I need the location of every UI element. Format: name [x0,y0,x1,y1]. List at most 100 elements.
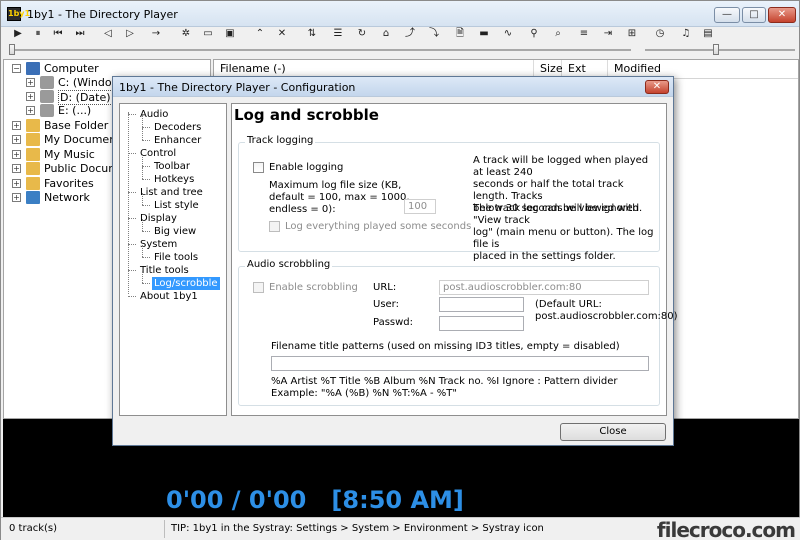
mark-icon[interactable]: ⇥ [601,27,615,41]
expand-icon[interactable]: + [12,164,21,173]
window-title: 1by1 - The Directory Player [27,8,178,21]
track-logging-title: Track logging [245,135,316,146]
expand-icon[interactable]: + [12,135,21,144]
status-tip: TIP: 1by1 in the Systray: Settings > Sys… [171,523,544,534]
nav-display[interactable]: Display [138,212,179,225]
window-split-icon[interactable]: ▣ [223,27,237,41]
waveform-icon[interactable]: ∿ [501,27,515,41]
chevron-up-icon[interactable]: ⌃ [253,27,267,41]
gear-icon[interactable]: ✲ [179,27,193,41]
expand-icon[interactable]: + [26,106,35,115]
expand-icon[interactable]: + [12,179,21,188]
folder-icon [26,177,40,190]
pattern-example: Example: "%A (%B) %N %T:%A - %T" [271,388,457,399]
up-folder-icon[interactable]: ⤴ [403,27,417,41]
expand-icon[interactable]: + [12,150,21,159]
expand-icon[interactable]: + [26,92,35,101]
close-button[interactable]: ✕ [768,7,796,23]
tree-item-label: E: (...) [58,104,92,117]
search-folder-icon[interactable]: ⌕ [551,27,565,41]
document-icon[interactable]: 🗎 [453,27,467,41]
nav-tree-branch [128,244,136,245]
nav-big-view[interactable]: Big view [152,225,198,238]
pattern-legend: %A Artist %T Title %B Album %N Track no.… [271,376,618,387]
seek-slider[interactable] [9,49,631,51]
folder-forward-icon[interactable]: ▷ [123,27,137,41]
folder-back-icon[interactable]: ◁ [101,27,115,41]
expand-icon[interactable]: + [26,78,35,87]
close-icon: ✕ [777,9,787,20]
pause-icon[interactable]: ⏸ [31,27,45,41]
nav-tree-branch [128,114,136,115]
down-folder-icon[interactable]: ⤵ [427,27,441,41]
folder-icon [26,148,40,161]
nav-enhancer[interactable]: Enhancer [152,134,203,147]
nav-list-style[interactable]: List style [152,199,201,212]
volume-slider-thumb[interactable] [713,44,719,55]
nav-file-tools[interactable]: File tools [152,251,200,264]
equalizer-icon[interactable]: ♫ [679,27,693,41]
nav-log-scrobble[interactable]: Log/scrobble [152,277,220,290]
expand-icon[interactable]: + [12,193,21,202]
nav-tree-line [142,115,143,127]
dialog-titlebar[interactable]: 1by1 - The Directory Player - Configurat… [113,77,673,97]
window-icon[interactable]: ▭ [201,27,215,41]
playlist-icon[interactable]: ▤ [701,27,715,41]
nav-tree-line [128,112,129,294]
sort-icon[interactable]: ⇅ [305,27,319,41]
tag-icon[interactable]: ▬ [477,27,491,41]
main-titlebar[interactable]: 1by1 1by1 - The Directory Player — □ ✕ [1,1,799,27]
nav-system[interactable]: System [138,238,179,251]
nav-list-and-tree[interactable]: List and tree [138,186,205,199]
play-icon[interactable]: ▶ [11,27,25,41]
search-icon[interactable]: ⚲ [527,27,541,41]
nav-control[interactable]: Control [138,147,178,160]
max-log-size-input[interactable]: 100 [404,199,436,214]
refresh-icon[interactable]: ↻ [355,27,369,41]
enable-logging-checkbox[interactable] [253,162,264,173]
prev-track-icon[interactable]: ⏮ [51,27,65,41]
nav-hotkeys[interactable]: Hotkeys [152,173,196,186]
tree-item-label: D: (Date) [58,90,113,105]
user-input[interactable] [439,297,524,312]
tree-item-computer[interactable]: − Computer [12,62,210,76]
url-label: URL: [373,282,397,293]
settings-nav-tree[interactable]: Audio Decoders Enhancer Control Toolbar Hotke… [119,103,227,416]
dialog-close-button[interactable]: ✕ [645,80,669,94]
nav-tree-branch [142,166,150,167]
panel-icon[interactable]: ☰ [331,27,345,41]
url-input[interactable]: post.audioscrobbler.com:80 [439,280,649,295]
maximize-icon: □ [749,9,759,20]
expand-icon[interactable]: + [12,121,21,130]
close-x-icon[interactable]: ✕ [275,27,289,41]
enable-scrobbling-checkbox[interactable] [253,282,264,293]
nav-toolbar[interactable]: Toolbar [152,160,192,173]
home-icon[interactable]: ⌂ [379,27,393,41]
configuration-dialog: 1by1 - The Directory Player - Configurat… [112,76,678,446]
nav-tree-branch [142,283,150,284]
seek-slider-thumb[interactable] [9,44,15,55]
collapse-icon[interactable]: − [12,64,21,73]
nav-tree-line [142,271,143,283]
nav-title-tools[interactable]: Title tools [138,264,191,277]
close-dialog-button[interactable]: Close [560,423,666,441]
volume-slider[interactable] [645,49,795,51]
list-settings-icon[interactable]: ≡ [577,27,591,41]
status-separator [164,520,165,538]
nav-tree-branch [142,179,150,180]
nav-tree-branch [142,140,150,141]
grid-icon[interactable]: ⊞ [625,27,639,41]
minimize-button[interactable]: — [714,7,740,23]
clock-icon[interactable]: ◷ [653,27,667,41]
next-track-icon[interactable]: ⏭ [73,27,87,41]
title-patterns-input[interactable] [271,356,649,371]
tree-item-label: Base Folder [44,119,109,132]
maximize-button[interactable]: □ [742,7,766,23]
log-everything-checkbox[interactable] [269,221,280,232]
nav-tree-branch [142,127,150,128]
minimize-icon: — [722,9,732,20]
arrow-right-icon[interactable]: → [149,27,163,41]
nav-about[interactable]: About 1by1 [138,290,200,303]
nav-decoders[interactable]: Decoders [152,121,203,134]
password-input[interactable] [439,316,524,331]
